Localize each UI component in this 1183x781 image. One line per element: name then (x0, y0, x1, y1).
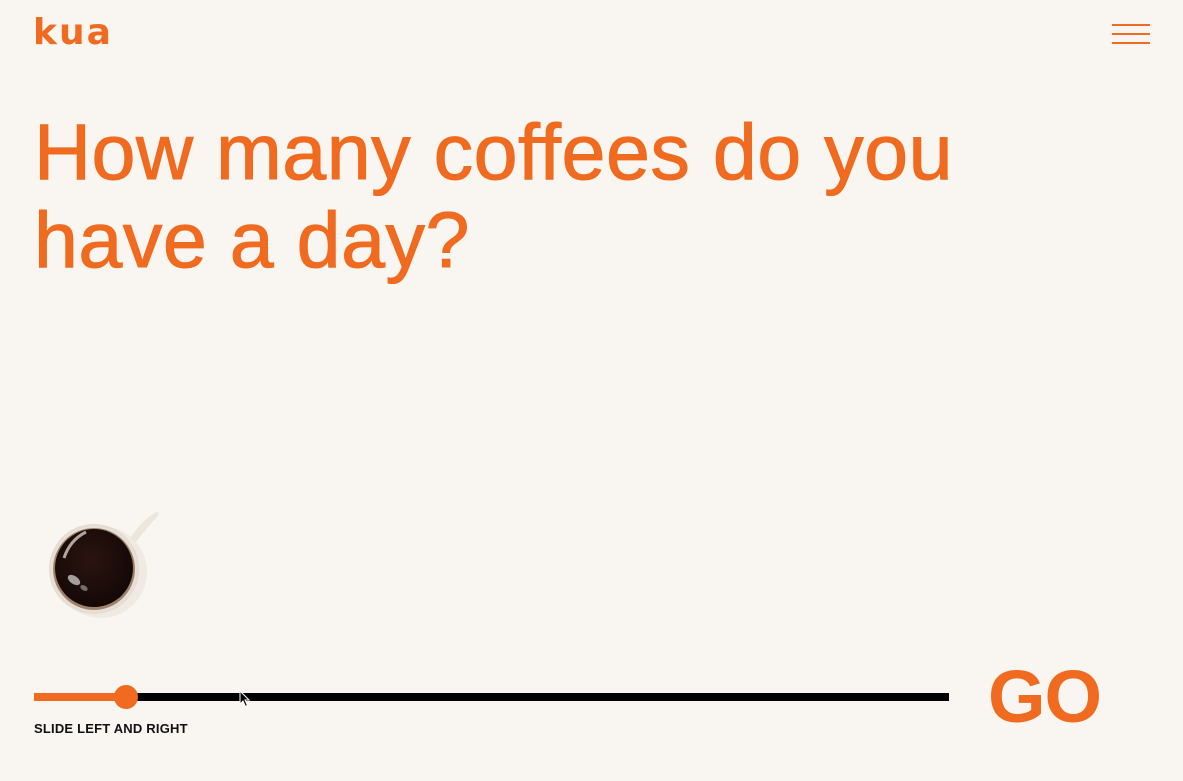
hamburger-menu-icon[interactable] (1112, 22, 1150, 46)
mouse-cursor-icon (239, 690, 251, 708)
question-heading: How many coffees do you have a day? (34, 107, 954, 284)
coffee-cup-icon (49, 511, 159, 618)
slider-hint: SLIDE LEFT AND RIGHT (34, 721, 188, 736)
brand-logo[interactable]: kua (33, 10, 113, 56)
coffee-count-slider[interactable] (34, 684, 949, 710)
slider-thumb[interactable] (114, 685, 138, 709)
slider-track[interactable] (34, 693, 949, 701)
slider-fill (34, 693, 126, 701)
go-button[interactable]: GO (988, 654, 1102, 740)
